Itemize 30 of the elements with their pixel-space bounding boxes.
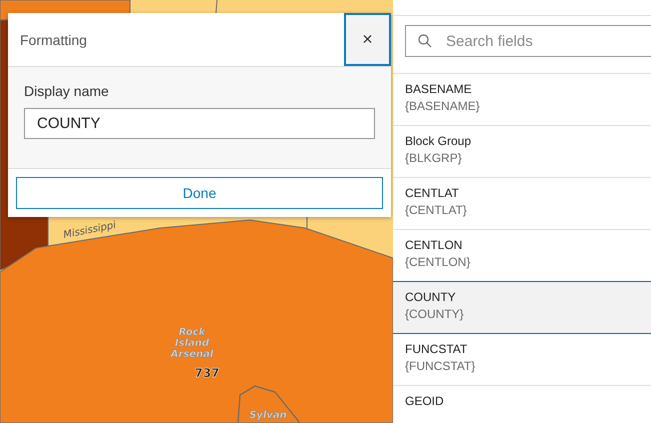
field-expression: {BASENAME} [405, 99, 481, 113]
dialog-title: Formatting [19, 32, 88, 48]
value-label: 737 [194, 366, 220, 380]
field-name: CENTLAT [405, 186, 460, 200]
place-label: Rock Island Arsenal [170, 327, 214, 360]
field-list-item[interactable]: COUNTY {COUNTY} [393, 281, 651, 334]
field-expression: {COUNTY} [405, 307, 465, 321]
field-name: Block Group [405, 134, 472, 148]
field-name: CENTLON [405, 238, 464, 252]
place-label: Sylvan [249, 410, 287, 421]
field-name: GEOID [405, 394, 445, 408]
field-expression: {CENTLON} [405, 255, 472, 269]
field-expression: {CENTLAT} [405, 203, 468, 217]
field-name: FUNCSTAT [405, 342, 468, 356]
done-button[interactable]: Done [16, 177, 383, 209]
search-field[interactable]: Search fields [405, 25, 651, 57]
field-list-item[interactable]: BASENAME {BASENAME} [393, 74, 651, 126]
field-expression: {FUNCSTAT} [405, 359, 476, 373]
field-list-item[interactable]: CENTLAT {CENTLAT} [393, 178, 651, 230]
field-expression: {BLKGRP} [405, 151, 463, 165]
field-label: Display name [24, 83, 110, 99]
display-name-field[interactable]: COUNTY [24, 108, 375, 139]
field-list-item[interactable]: GEOID [393, 386, 651, 423]
field-list-item[interactable]: Block Group {BLKGRP} [393, 126, 651, 178]
field-name: BASENAME [405, 82, 473, 96]
close-button[interactable]: × [344, 13, 391, 66]
boundary-line [237, 385, 300, 423]
field-list-item[interactable]: FUNCSTAT {FUNCSTAT} [393, 334, 651, 386]
field-name: COUNTY [405, 290, 457, 304]
search-icon [418, 34, 432, 48]
